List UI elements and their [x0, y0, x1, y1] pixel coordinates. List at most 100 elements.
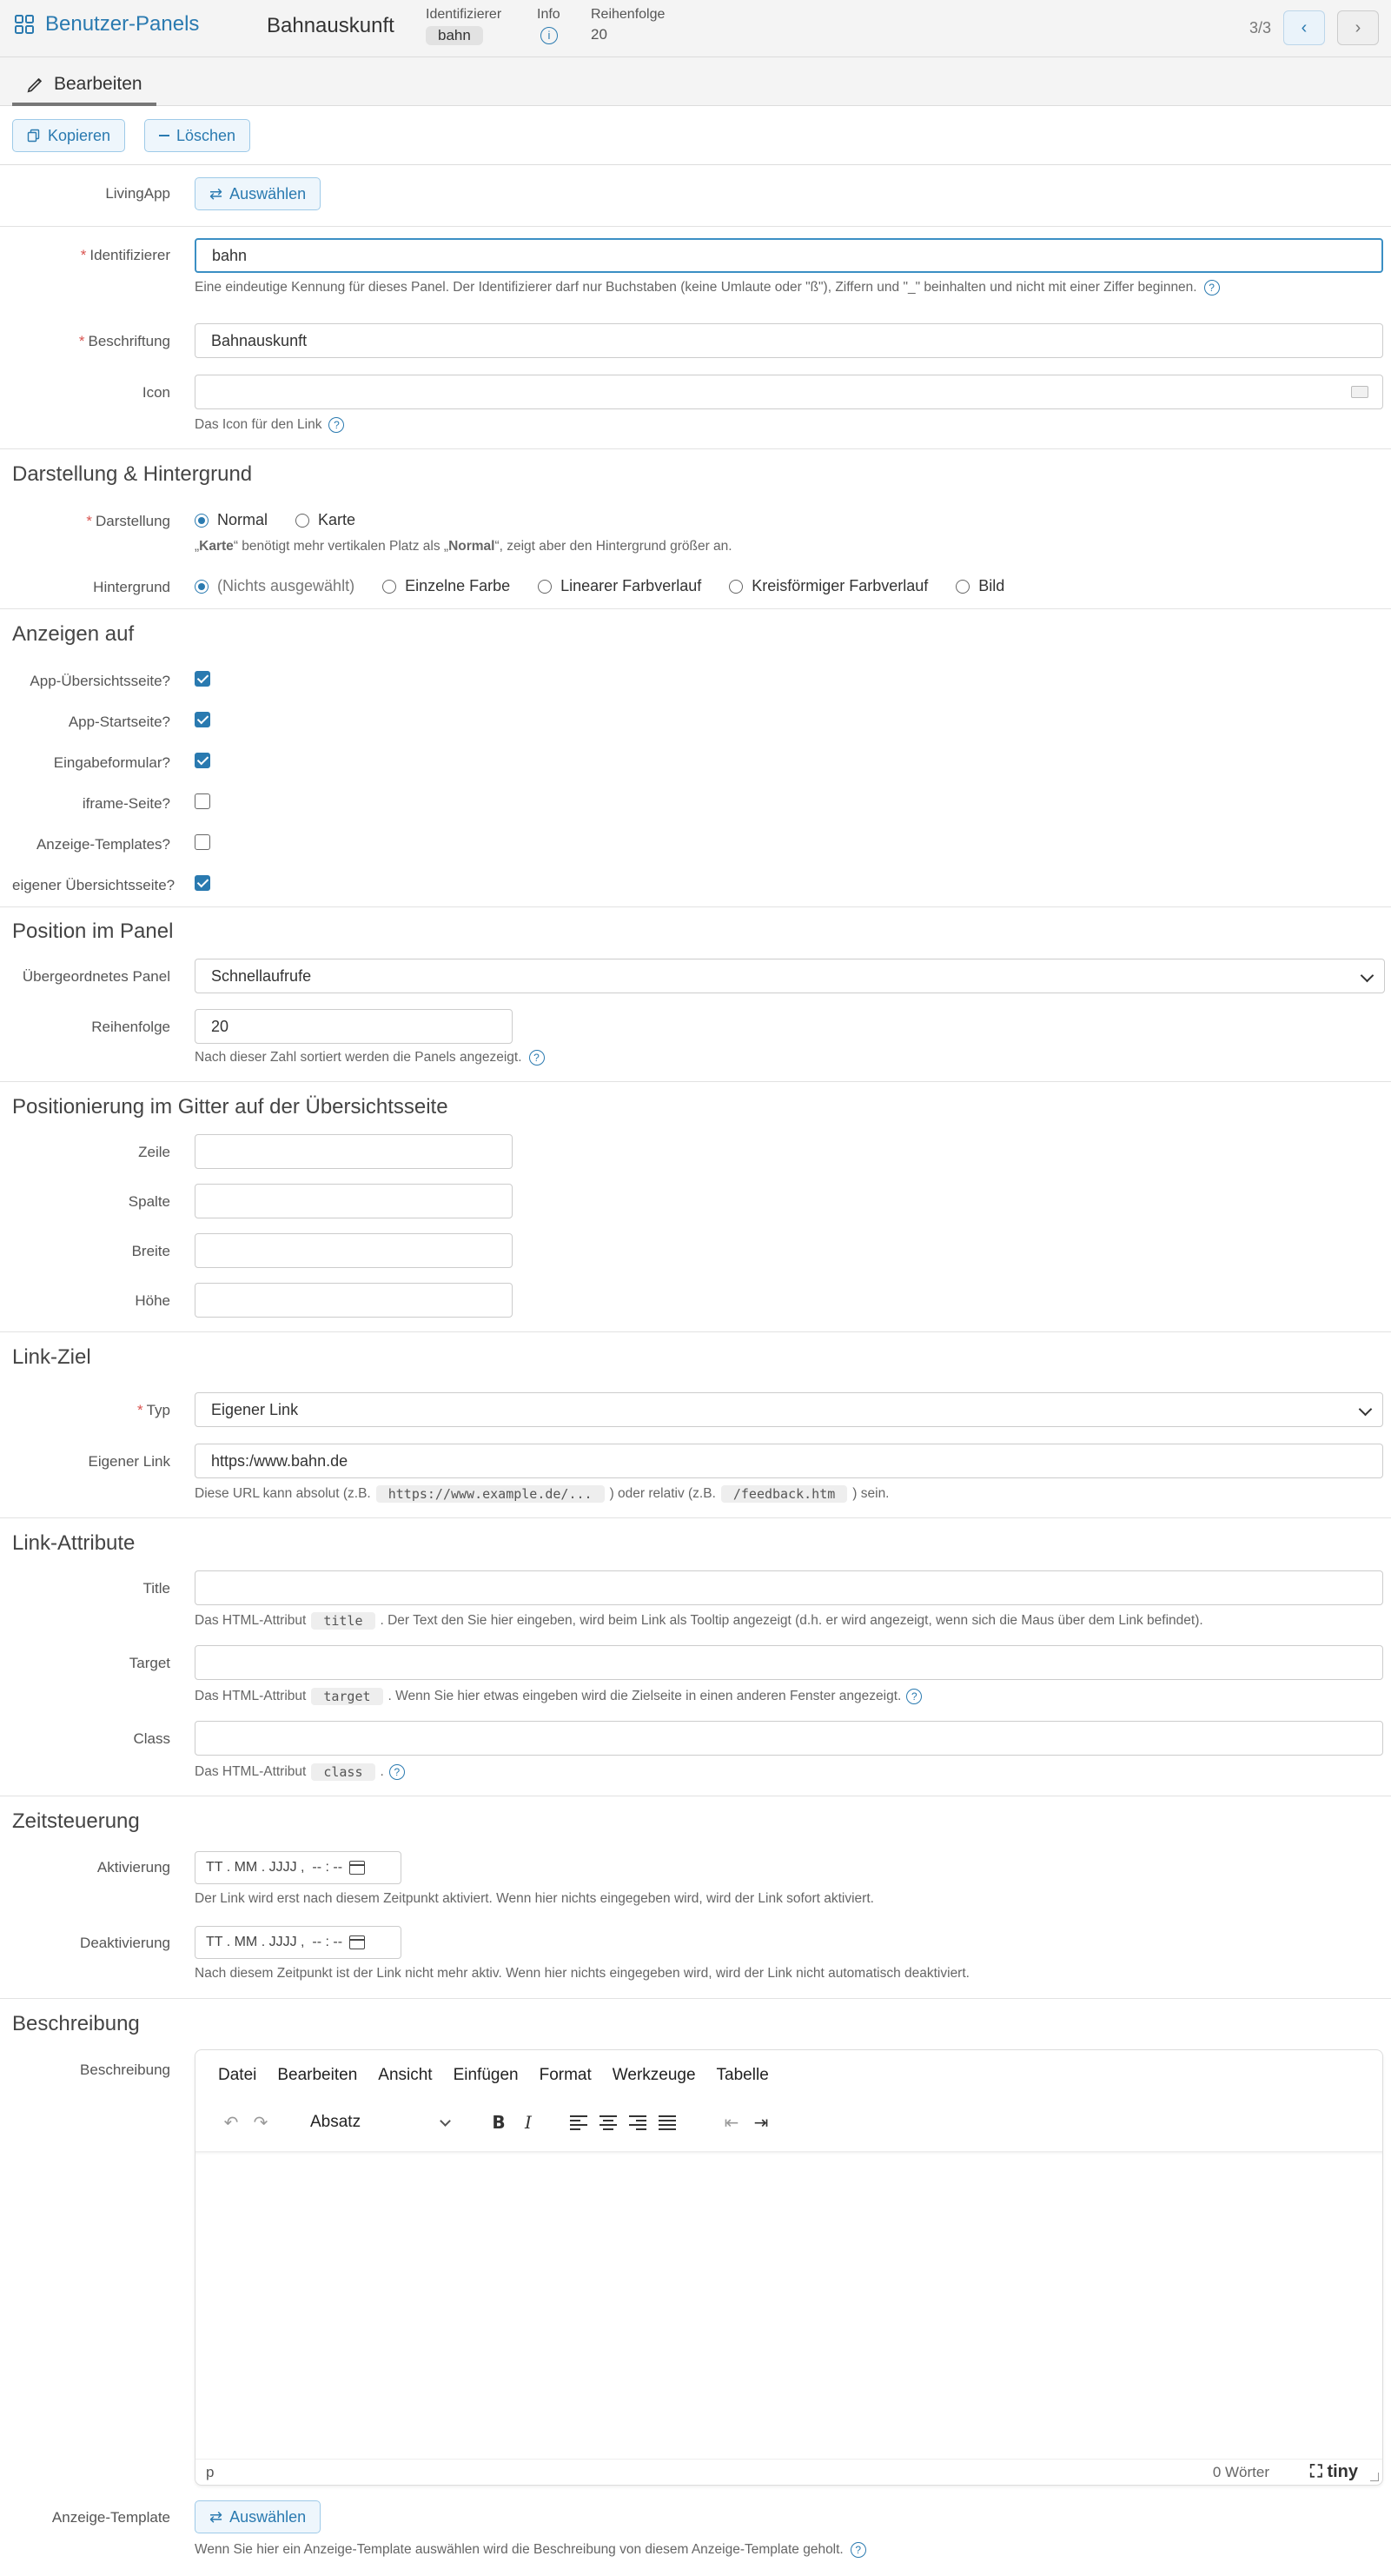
divider	[0, 1081, 1391, 1082]
brand-label: Benutzer-Panels	[45, 12, 200, 36]
title-attr-input[interactable]	[195, 1570, 1383, 1605]
menu-insert[interactable]: Einfügen	[454, 2066, 519, 2085]
menu-table[interactable]: Tabelle	[717, 2066, 769, 2085]
icon-input[interactable]	[195, 375, 1383, 409]
custom-link-value: https:/www.bahn.de	[211, 1451, 348, 1470]
grid-height-input[interactable]	[195, 1283, 513, 1318]
resize-handle[interactable]	[1370, 2473, 1379, 2481]
background-group: (Nichts ausgewählt) Einzelne Farbe Linea…	[195, 577, 1032, 595]
align-justify-icon[interactable]	[652, 2108, 682, 2137]
radio-dot	[295, 513, 310, 528]
background-label: Hintergrund	[93, 579, 170, 595]
delete-button[interactable]: Löschen	[144, 119, 251, 152]
showon-checkbox[interactable]	[195, 753, 210, 768]
divider	[0, 226, 1391, 227]
menu-edit[interactable]: Bearbeiten	[277, 2066, 357, 2085]
parent-panel-select[interactable]: Schnellaufrufe	[195, 959, 1385, 993]
tiny-logo[interactable]: ⛶ tiny	[1310, 2462, 1358, 2482]
custom-link-input[interactable]: https:/www.bahn.de	[195, 1444, 1383, 1478]
calendar-icon[interactable]	[349, 1935, 366, 1949]
meta-order: Reihenfolge 20	[591, 7, 665, 43]
identifier-input[interactable]: bahn	[195, 238, 1383, 273]
radio-dot	[382, 579, 397, 594]
word-count[interactable]: 0 Wörter	[1213, 2464, 1269, 2481]
link-type-select[interactable]: Eigener Link	[195, 1392, 1383, 1427]
editor-content-area[interactable]	[195, 2151, 1382, 2459]
order-help: Nach dieser Zahl sortiert werden die Pan…	[195, 1050, 545, 1066]
align-right-icon[interactable]	[623, 2108, 652, 2137]
showon-checkbox[interactable]	[195, 875, 210, 891]
radio-bg-single[interactable]: Einzelne Farbe	[382, 577, 510, 595]
code-snippet: target	[311, 1688, 383, 1705]
rich-text-editor: Datei Bearbeiten Ansicht Einfügen Format…	[195, 2049, 1383, 2486]
radio-normal[interactable]: Normal	[195, 511, 268, 529]
grid-col-input[interactable]	[195, 1184, 513, 1218]
deactivation-input[interactable]: TT . MM . JJJJ , -- : --	[195, 1926, 401, 1959]
calendar-icon[interactable]	[349, 1861, 366, 1875]
custom-link-label: Eigener Link	[88, 1453, 170, 1470]
tiny-logo-text: tiny	[1327, 2462, 1358, 2481]
help-icon[interactable]: ?	[528, 1050, 545, 1066]
bold-icon[interactable]: B	[484, 2108, 513, 2137]
swap-icon: ⇄	[209, 2507, 223, 2526]
required-marker: *	[86, 513, 92, 529]
element-path[interactable]: p	[206, 2464, 214, 2481]
align-left-icon[interactable]	[564, 2108, 593, 2137]
help-icon[interactable]: ?	[328, 417, 345, 433]
next-button[interactable]: ›	[1337, 10, 1379, 45]
section-title-grid: Positionierung im Gitter auf der Übersic…	[12, 1095, 448, 1119]
help-icon[interactable]: ?	[906, 1689, 923, 1704]
section-title-link: Link-Ziel	[12, 1345, 91, 1369]
showon-checkbox[interactable]	[195, 834, 210, 850]
help-icon[interactable]: ?	[388, 1764, 405, 1780]
icon-picker-icon[interactable]	[1351, 386, 1368, 398]
target-attr-input[interactable]	[195, 1645, 1383, 1680]
radio-card[interactable]: Karte	[295, 511, 355, 529]
menu-tools[interactable]: Werkzeuge	[613, 2066, 696, 2085]
previous-button[interactable]: ‹	[1283, 10, 1325, 45]
radio-dot	[195, 513, 209, 528]
divider	[0, 906, 1391, 907]
grid-width-input[interactable]	[195, 1233, 513, 1268]
menu-format[interactable]: Format	[540, 2066, 592, 2085]
showon-checkbox[interactable]	[195, 712, 210, 727]
menu-file[interactable]: Datei	[218, 2066, 256, 2085]
help-icon[interactable]: ?	[1203, 280, 1220, 295]
radio-bg-linear[interactable]: Linearer Farbverlauf	[538, 577, 701, 595]
showon-checkbox[interactable]	[195, 793, 210, 809]
display-template-label: Anzeige-Template	[51, 2509, 170, 2526]
meta-order-value: 20	[591, 26, 607, 43]
align-center-icon[interactable]	[593, 2108, 623, 2137]
brand-link[interactable]: Benutzer-Panels	[14, 12, 199, 37]
tab-edit-label: Bearbeiten	[54, 74, 142, 94]
undo-icon[interactable]: ↶	[216, 2108, 246, 2137]
help-text: .	[380, 1764, 384, 1779]
order-label: Reihenfolge	[91, 1019, 170, 1035]
radio-bg-none[interactable]: (Nichts ausgewählt)	[195, 577, 354, 595]
radio-dot	[729, 579, 744, 594]
required-marker: *	[80, 247, 87, 263]
code-snippet: /feedback.htm	[720, 1485, 848, 1503]
radio-bg-radial[interactable]: Kreisförmiger Farbverlauf	[729, 577, 928, 595]
block-format-select[interactable]: Absatz	[301, 2108, 458, 2136]
indent-icon[interactable]: ⇥	[746, 2108, 776, 2137]
livingapp-select-button[interactable]: ⇄ Auswählen	[195, 177, 321, 210]
grid-row-input[interactable]	[195, 1134, 513, 1169]
tab-edit[interactable]: Bearbeiten	[12, 66, 156, 106]
outdent-icon[interactable]: ⇤	[717, 2108, 746, 2137]
divider	[0, 608, 1391, 609]
order-input[interactable]: 20	[195, 1009, 513, 1044]
display-template-select-button[interactable]: ⇄ Auswählen	[195, 2500, 321, 2533]
info-icon[interactable]: i	[540, 26, 558, 44]
redo-icon[interactable]: ↷	[246, 2108, 275, 2137]
help-icon[interactable]: ?	[850, 2542, 866, 2558]
class-attr-input[interactable]	[195, 1721, 1383, 1756]
menu-view[interactable]: Ansicht	[378, 2066, 432, 2085]
caption-input[interactable]: Bahnauskunft	[195, 323, 1383, 358]
radio-bg-image[interactable]: Bild	[956, 577, 1004, 595]
divider	[0, 448, 1391, 449]
italic-icon[interactable]: I	[513, 2108, 543, 2137]
showon-checkbox[interactable]	[195, 671, 210, 687]
copy-button[interactable]: Kopieren	[12, 119, 126, 152]
activation-input[interactable]: TT . MM . JJJJ , -- : --	[195, 1851, 401, 1884]
